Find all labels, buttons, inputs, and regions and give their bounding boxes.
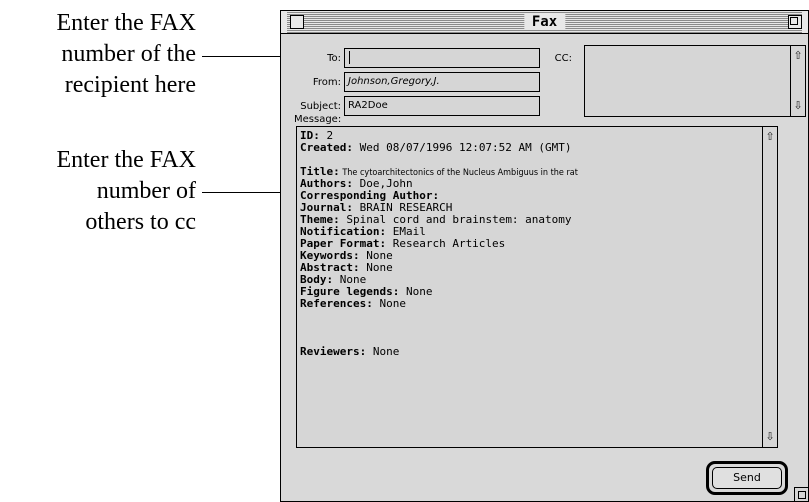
zoom-box-icon[interactable] xyxy=(788,15,802,29)
annotation-line: Enter the FAX xyxy=(56,147,196,173)
annotation-line: number of the xyxy=(61,41,196,67)
message-line: Reviewers: None xyxy=(300,346,757,358)
message-scrollbar[interactable]: ⇧ ⇩ xyxy=(762,127,777,447)
to-field[interactable] xyxy=(344,48,540,68)
window-title: Fax xyxy=(523,14,566,30)
from-field-value: Johnson,Gregory,J. xyxy=(348,76,440,87)
down-arrow-icon[interactable]: ⇩ xyxy=(791,98,805,114)
down-arrow-icon[interactable]: ⇩ xyxy=(763,429,777,445)
text-cursor xyxy=(349,50,350,64)
annotation-line: recipient here xyxy=(64,72,196,98)
cc-field[interactable]: ⇧ ⇩ xyxy=(584,45,806,117)
message-field-key: References: xyxy=(300,297,373,310)
message-field-value: None xyxy=(372,297,406,310)
message-field-value: None xyxy=(366,345,400,358)
up-arrow-icon[interactable]: ⇧ xyxy=(791,48,805,64)
close-box-icon[interactable] xyxy=(290,15,304,29)
message-field-value: Wed 08/07/1996 12:07:52 AM (GMT) xyxy=(352,141,572,154)
annotation-fax-to: Enter the FAX number of the recipient he… xyxy=(56,8,196,101)
from-label: From: xyxy=(312,77,341,88)
message-line xyxy=(300,322,757,334)
annotation-line: number of xyxy=(96,178,196,204)
message-field-key: Created: xyxy=(300,141,353,154)
message-field-value: Research Articles xyxy=(386,237,506,250)
send-button-default-ring: Send xyxy=(706,461,788,495)
send-button[interactable]: Send xyxy=(712,467,782,489)
message-line xyxy=(300,154,757,166)
message-body[interactable]: ID: 2 Created: Wed 08/07/1996 12:07:52 AM… xyxy=(296,126,778,448)
annotation-line: others to cc xyxy=(85,209,196,235)
from-field[interactable]: Johnson,Gregory,J. xyxy=(344,72,540,92)
message-text: ID: 2 Created: Wed 08/07/1996 12:07:52 AM… xyxy=(300,130,757,358)
cc-scrollbar[interactable]: ⇧ ⇩ xyxy=(790,46,805,116)
to-label: To: xyxy=(327,53,341,64)
message-line: Abstract: None xyxy=(300,262,757,274)
subject-label: Subject: xyxy=(300,101,341,112)
fax-window: Fax To: CC: ⇧ ⇩ From: Johnson,Gregory,J.… xyxy=(280,10,809,502)
message-line xyxy=(300,310,757,322)
message-field-key: Reviewers: xyxy=(300,345,367,358)
message-label: Message: xyxy=(294,114,342,125)
annotation-line: Enter the FAX xyxy=(56,10,196,36)
cc-label: CC: xyxy=(554,53,572,64)
annotation-fax-cc: Enter the FAX number of others to cc xyxy=(56,145,196,238)
title-bar[interactable]: Fax xyxy=(281,11,808,34)
message-line: Created: Wed 08/07/1996 12:07:52 AM (GMT… xyxy=(300,142,757,154)
subject-field[interactable]: RA2Doe xyxy=(344,96,540,116)
subject-field-value: RA2Doe xyxy=(348,100,388,111)
up-arrow-icon[interactable]: ⇧ xyxy=(763,129,777,145)
message-line: References: None xyxy=(300,298,757,310)
grow-box-icon[interactable] xyxy=(794,487,808,501)
